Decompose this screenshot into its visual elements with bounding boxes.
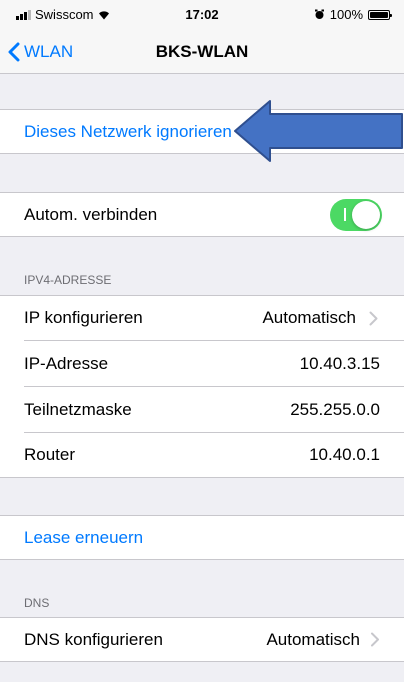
forget-network-label: Dieses Netzwerk ignorieren	[24, 122, 232, 141]
annotation-arrow-icon	[234, 100, 403, 162]
subnet-mask-value: 255.255.0.0	[290, 400, 380, 419]
subnet-mask-label: Teilnetzmaske	[24, 400, 132, 419]
navigation-bar: WLAN BKS-WLAN	[0, 30, 404, 74]
alarm-clock-icon	[314, 9, 324, 19]
chevron-right-icon	[369, 311, 378, 326]
subnet-mask-row: Teilnetzmaske 255.255.0.0	[0, 387, 404, 432]
battery-percentage: 100%	[329, 7, 363, 22]
battery-icon	[368, 9, 392, 20]
auto-join-label: Autom. verbinden	[24, 205, 158, 224]
ip-configure-row[interactable]: IP konfigurieren Automatisch	[0, 296, 404, 340]
ip-address-value: 10.40.3.15	[299, 354, 380, 373]
router-value: 10.40.0.1	[309, 445, 380, 464]
renew-lease-label: Lease erneuern	[24, 528, 144, 547]
router-row: Router 10.40.0.1	[0, 433, 404, 477]
ip-address-row: IP-Adresse 10.40.3.15	[0, 341, 404, 386]
router-label: Router	[24, 445, 76, 464]
auto-join-row: Autom. verbinden	[0, 192, 404, 237]
dns-configure-label: DNS konfigurieren	[24, 630, 163, 649]
chevron-right-icon	[371, 632, 379, 647]
toggle-knob	[352, 201, 380, 229]
ip-configure-value: Automatisch	[262, 308, 356, 327]
status-bar: Swisscom 17:02 100%	[0, 0, 404, 30]
dns-section-header: DNS	[24, 596, 50, 610]
dns-configure-row[interactable]: DNS konfigurieren Automatisch	[0, 617, 404, 662]
page-title: BKS-WLAN	[155, 42, 249, 61]
ipv4-section-header: IPV4-ADRESSE	[24, 273, 112, 287]
ip-address-label: IP-Adresse	[24, 354, 109, 373]
dns-configure-value: Automatisch	[266, 630, 360, 649]
renew-lease-button[interactable]: Lease erneuern	[0, 515, 404, 560]
ip-configure-label: IP konfigurieren	[24, 308, 143, 327]
toggle-on-indicator	[344, 208, 346, 221]
auto-join-toggle[interactable]	[330, 199, 382, 231]
